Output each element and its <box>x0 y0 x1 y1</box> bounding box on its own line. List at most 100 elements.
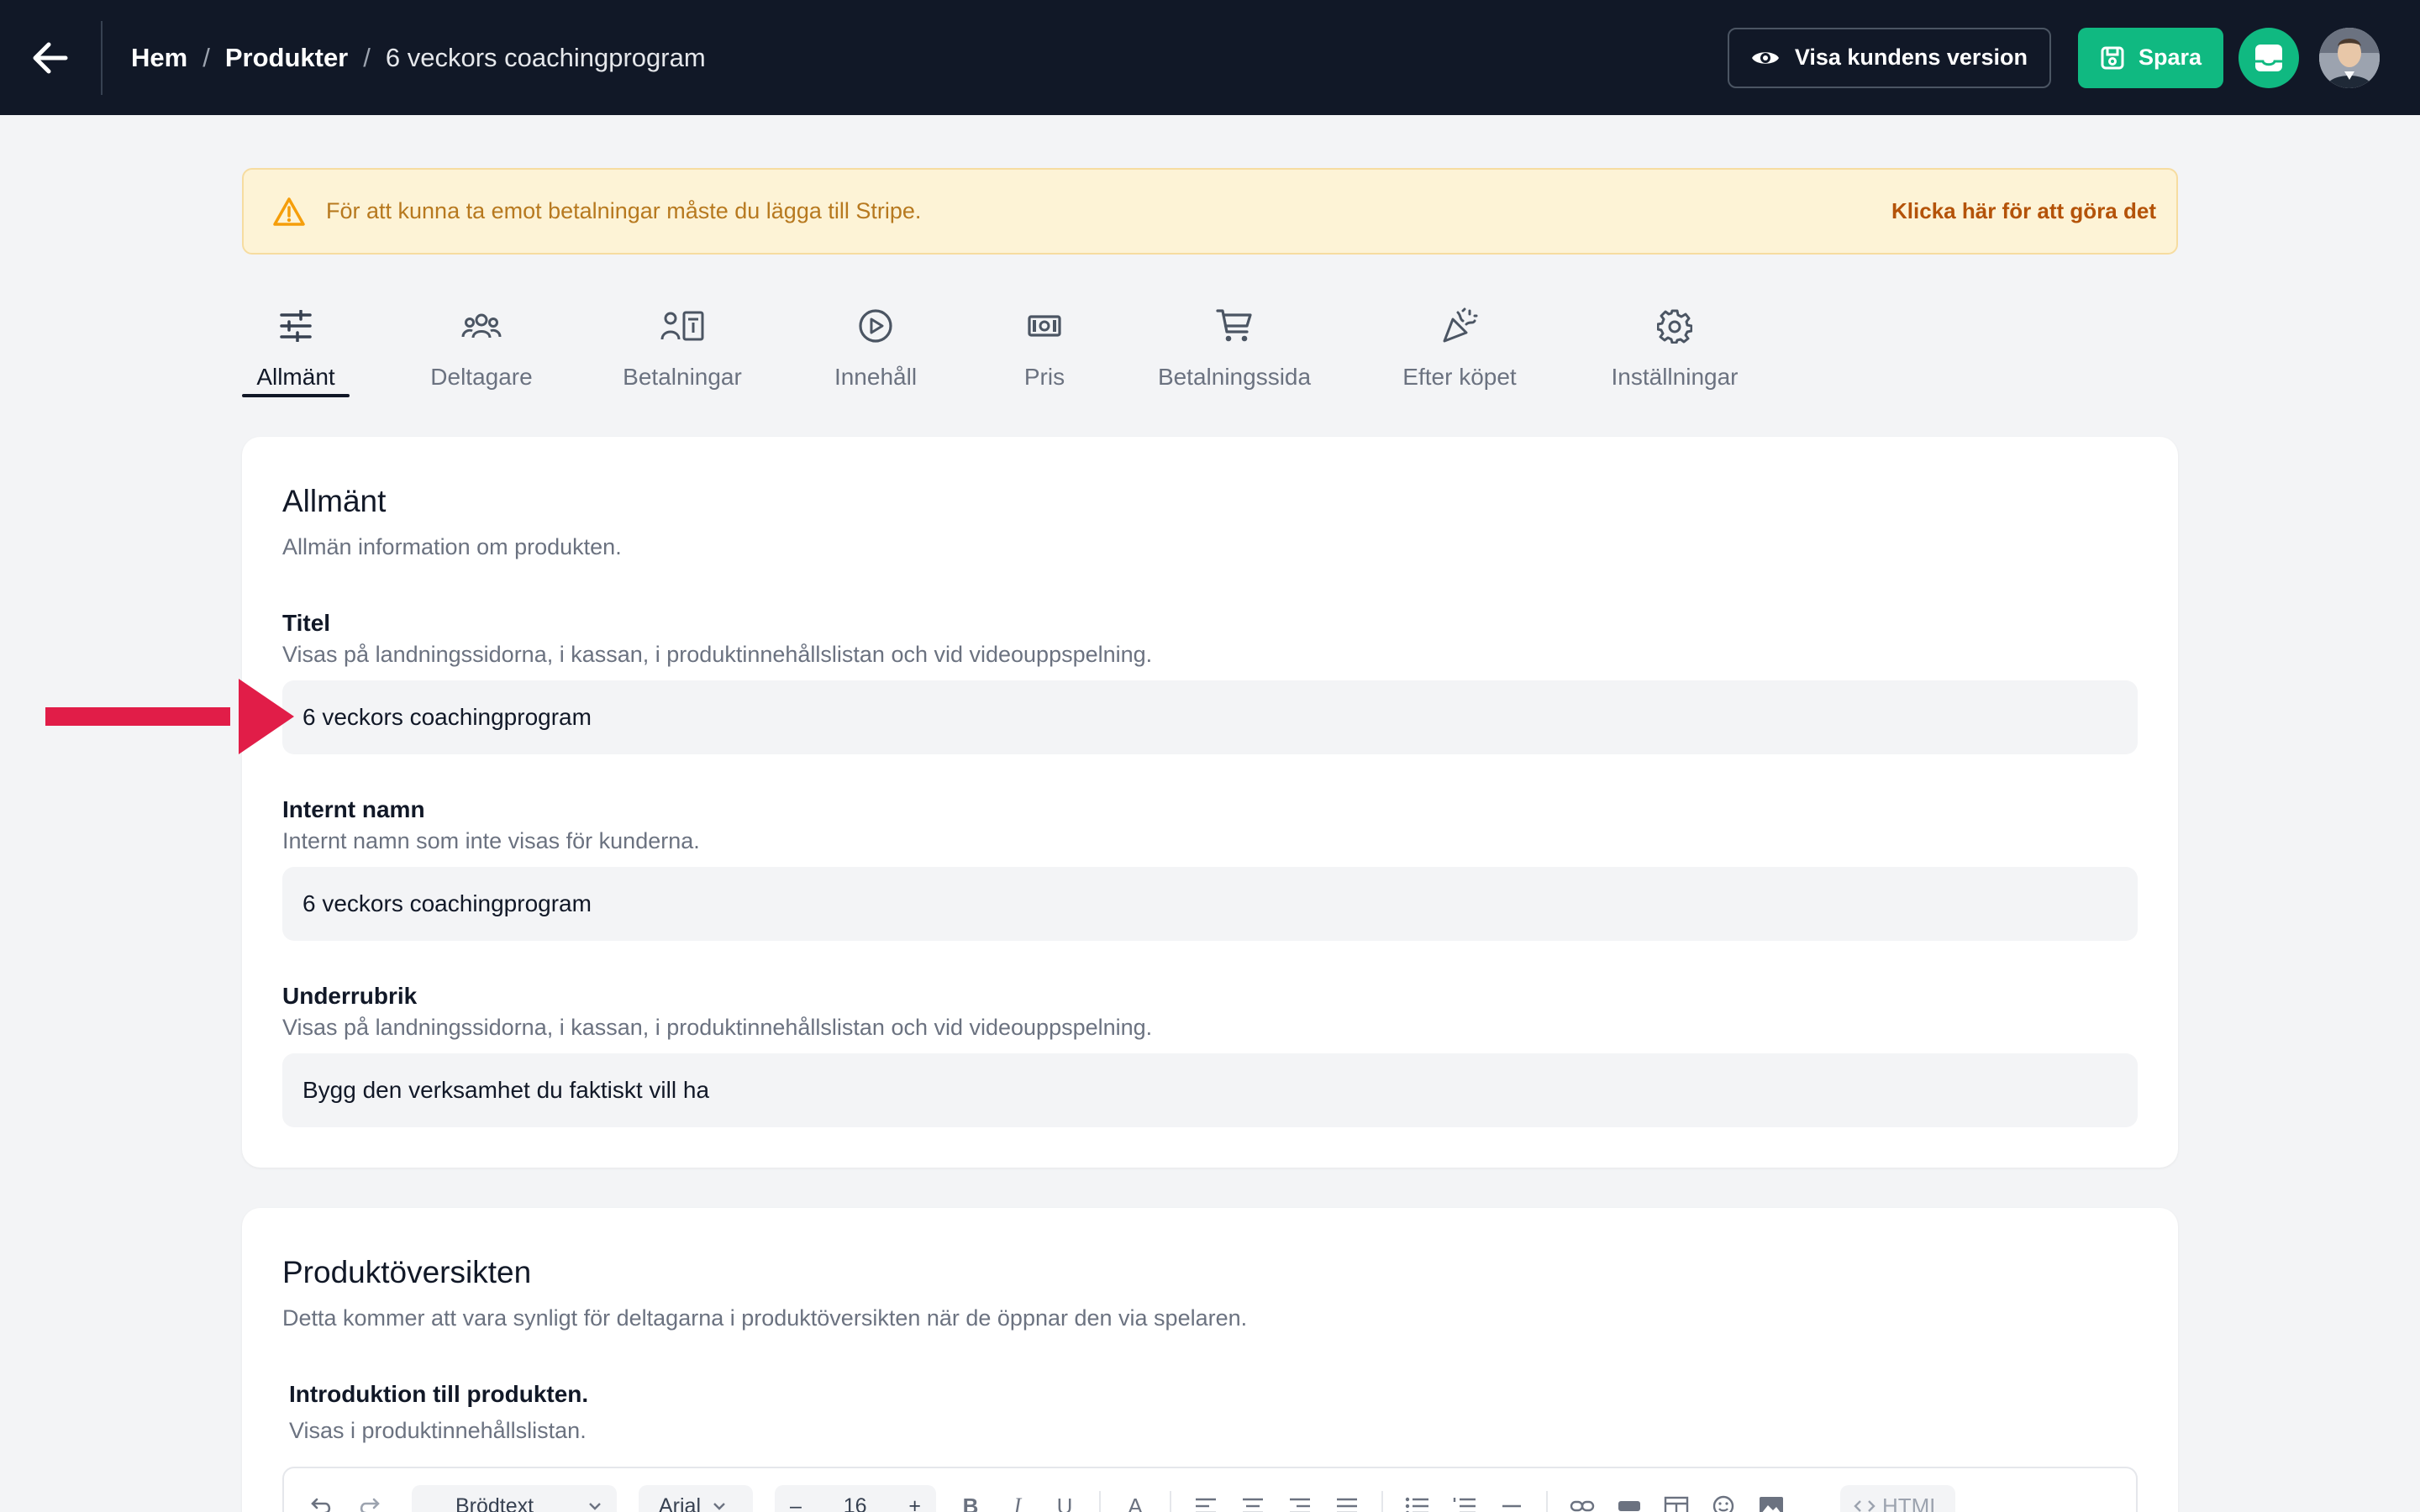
tab-label: Betalningssida <box>1157 364 1312 390</box>
topbar-actions: Visa kundens version Spara <box>1727 0 2420 115</box>
emoji-icon <box>1712 1495 1734 1512</box>
party-popper-icon <box>1443 307 1478 343</box>
undo-icon <box>311 1498 331 1512</box>
editor-toolbar: Brödtext Arial – 16 + B I U A HTML <box>309 1485 1955 1512</box>
align-left-icon <box>1196 1498 1216 1512</box>
chevron-down-icon <box>713 1503 725 1510</box>
font-size-decrease[interactable]: – <box>790 1494 802 1512</box>
html-source-button[interactable]: HTML <box>1840 1485 1955 1512</box>
tab-general[interactable]: Allmänt <box>242 298 350 399</box>
customer-preview-label: Visa kundens version <box>1794 45 2028 70</box>
align-right-button[interactable] <box>1287 1497 1313 1512</box>
insert-link-button[interactable] <box>1570 1497 1595 1512</box>
top-bar: Hem / Produkter / 6 veckors coachingprog… <box>0 0 2420 115</box>
overview-title: Produktöversikten <box>282 1255 532 1289</box>
tab-participants[interactable]: Deltagare <box>427 298 536 399</box>
insert-emoji-button[interactable] <box>1711 1494 1736 1512</box>
code-icon <box>1854 1500 1876 1512</box>
table-icon <box>1664 1496 1689 1512</box>
breadcrumb-separator: / <box>203 42 210 72</box>
breadcrumb-home[interactable]: Hem <box>131 43 187 73</box>
stripe-warning-alert: För att kunna ta emot betalningar måste … <box>242 168 2178 255</box>
tab-settings[interactable]: Inställningar <box>1605 298 1744 399</box>
link-icon <box>1570 1500 1595 1512</box>
breadcrumb-products[interactable]: Produkter <box>225 43 348 73</box>
image-icon <box>1760 1497 1783 1512</box>
intro-field-label: Introduktion till produkten. <box>289 1381 589 1407</box>
tab-label: Pris <box>1023 364 1065 390</box>
tab-checkout-page[interactable]: Betalningssida <box>1155 298 1314 399</box>
banknote-icon <box>1028 315 1061 337</box>
font-size-increase[interactable]: + <box>908 1494 921 1512</box>
bullet-list-button[interactable] <box>1405 1497 1430 1512</box>
font-family-value: Arial <box>659 1494 702 1512</box>
back-button[interactable] <box>0 0 101 115</box>
bold-button[interactable]: B <box>958 1494 983 1512</box>
italic-button[interactable]: I <box>1005 1494 1030 1512</box>
tab-price[interactable]: Pris <box>1014 298 1075 399</box>
tab-label: Inställningar <box>1611 364 1739 390</box>
toolbar-divider <box>1170 1491 1171 1512</box>
eye-icon <box>1751 51 1779 64</box>
internal-name-input[interactable]: 6 veckors coachingprogram <box>282 867 2138 941</box>
underline-button[interactable]: U <box>1052 1494 1077 1512</box>
text-color-button[interactable]: A <box>1123 1494 1148 1512</box>
tab-after-purchase[interactable]: Efter köpet <box>1400 298 1519 399</box>
topbar-divider <box>101 20 103 95</box>
title-field-label: Titel <box>282 610 331 636</box>
font-size-stepper[interactable]: – 16 + <box>775 1485 936 1512</box>
play-circle-icon <box>859 309 892 343</box>
numbered-list-button[interactable] <box>1452 1497 1477 1512</box>
arrow-left-icon <box>33 42 68 73</box>
intro-field-help: Visas i produktinnehållslistan. <box>289 1418 587 1443</box>
product-overview-card: Produktöversikten Detta kommer att vara … <box>242 1208 2178 1512</box>
align-justify-icon <box>1337 1498 1357 1512</box>
toolbar-divider <box>1381 1491 1383 1512</box>
insert-button-button[interactable] <box>1617 1497 1642 1512</box>
title-input[interactable]: 6 veckors coachingprogram <box>282 680 2138 754</box>
align-right-icon <box>1290 1498 1310 1512</box>
user-avatar-icon <box>2319 27 2380 88</box>
tab-label: Deltagare <box>430 364 533 390</box>
horizontal-rule-button[interactable] <box>1499 1497 1524 1512</box>
align-center-button[interactable] <box>1240 1497 1265 1512</box>
subtitle-input[interactable]: Bygg den verksamhet du faktiskt vill ha <box>282 1053 2138 1127</box>
sliders-icon <box>280 310 312 342</box>
font-family-select[interactable]: Arial <box>639 1485 753 1512</box>
redo-button[interactable] <box>356 1496 381 1512</box>
align-justify-button[interactable] <box>1334 1497 1360 1512</box>
general-card: Allmänt Allmän information om produkten.… <box>242 437 2178 1168</box>
save-label: Spara <box>2138 45 2202 70</box>
tab-payments[interactable]: Betalningar <box>619 298 745 399</box>
overview-description: Detta kommer att vara synligt för deltag… <box>282 1305 1248 1331</box>
subtitle-field-label: Underrubrik <box>282 983 418 1009</box>
redo-icon <box>360 1498 380 1512</box>
avatar[interactable] <box>2319 27 2380 88</box>
inbox-button[interactable] <box>2238 27 2299 88</box>
title-field-help: Visas på landningssidorna, i kassan, i p… <box>282 642 1153 667</box>
button-block-icon <box>1618 1501 1640 1511</box>
cart-icon <box>1216 309 1252 342</box>
tab-content[interactable]: Innehåll <box>832 298 919 399</box>
subtitle-field-help: Visas på landningssidorna, i kassan, i p… <box>282 1015 1153 1040</box>
align-left-button[interactable] <box>1193 1497 1218 1512</box>
insert-table-button[interactable] <box>1664 1496 1689 1512</box>
warning-triangle-icon <box>273 197 305 226</box>
internal-name-field-label: Internt namn <box>282 796 425 822</box>
tab-label: Innehåll <box>834 364 918 390</box>
general-description: Allmän information om produkten. <box>282 534 622 559</box>
undo-button[interactable] <box>309 1496 334 1512</box>
breadcrumb-current: 6 veckors coachingprogram <box>385 42 706 72</box>
internal-name-field-help: Internt namn som inte visas för kunderna… <box>282 828 700 853</box>
rich-text-editor: Brödtext Arial – 16 + B I U A HTML <box>282 1467 2138 1512</box>
users-icon <box>461 313 502 339</box>
breadcrumb: Hem / Produkter / 6 veckors coachingprog… <box>131 43 706 73</box>
alert-action-link[interactable]: Klicka här för att göra det <box>1891 198 2156 224</box>
horizontal-rule-icon <box>1502 1504 1521 1508</box>
save-button[interactable]: Spara <box>2077 27 2223 88</box>
insert-image-button[interactable] <box>1758 1495 1785 1512</box>
breadcrumb-separator: / <box>363 42 371 72</box>
block-style-select[interactable]: Brödtext <box>412 1485 617 1512</box>
customer-preview-button[interactable]: Visa kundens version <box>1727 27 2051 88</box>
bullet-list-icon <box>1405 1497 1428 1512</box>
